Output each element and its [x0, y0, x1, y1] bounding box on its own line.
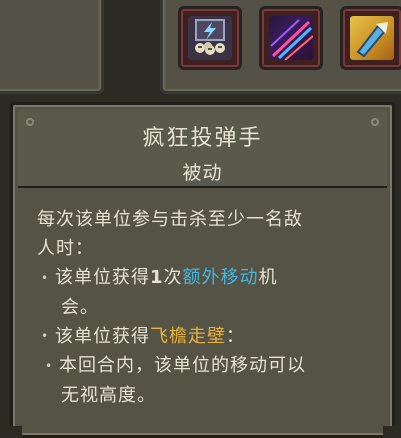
- ability-slot-3[interactable]: [340, 6, 401, 70]
- description-line: 人时：: [37, 238, 94, 259]
- corner-notch: [10, 426, 22, 438]
- description-line: 每次该单位参与击杀至少一名敌: [37, 209, 303, 230]
- sub-bullet-continuation: 无视高度。: [61, 384, 156, 406]
- bullet-continuation: 会。: [61, 296, 99, 318]
- ability-description: 每次该单位参与击杀至少一名敌 人时： • 该单位获得1次额外移动机 会。 • 该单位…: [37, 205, 374, 410]
- lightning-skulls-icon: [188, 16, 232, 60]
- bullet-icon: •: [41, 329, 50, 343]
- ability-title: 疯狂投弹手: [142, 126, 263, 151]
- keyword-wall-walk[interactable]: 飞檐走壁: [150, 326, 226, 347]
- keyword-extra-move[interactable]: 额外移动: [183, 267, 259, 288]
- corner-notch: [383, 426, 395, 438]
- tooltip-header: 疯狂投弹手 被动: [18, 110, 387, 188]
- background-panel-left: [0, 0, 104, 94]
- bullet-icon: •: [41, 270, 50, 285]
- ability-tooltip: 疯狂投弹手 被动 每次该单位参与击杀至少一名敌 人时： • 该单位获得1次额外移动…: [10, 102, 395, 438]
- ability-slot-2[interactable]: [259, 6, 323, 70]
- bullet-wall-walk: • 该单位获得飞檐走壁：: [37, 322, 374, 352]
- ability-slot-1[interactable]: [178, 6, 242, 70]
- bullet-icon: •: [45, 358, 54, 373]
- golden-arrow-icon: [350, 16, 394, 60]
- sub-bullet: • 本回合内，该单位的移动可以: [37, 351, 374, 381]
- neon-streaks-icon: [269, 16, 313, 60]
- bullet-extra-move: • 该单位获得1次额外移动机: [37, 263, 374, 293]
- ability-type: 被动: [182, 162, 223, 184]
